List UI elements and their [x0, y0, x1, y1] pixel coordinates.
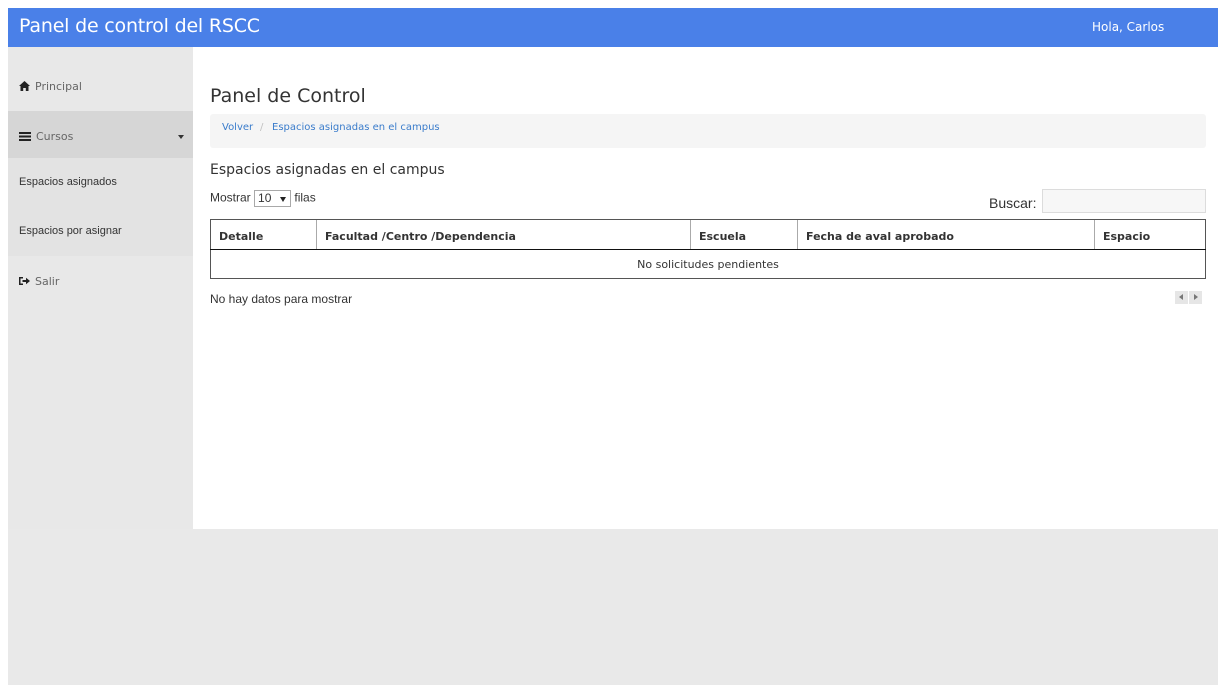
app-frame: Panel de control del RSCC Hola, Carlos P… [8, 8, 1218, 685]
page-length-select[interactable]: 10 [254, 190, 292, 207]
sidebar-subitem-espacios-por-asignar[interactable]: Espacios por asignar [8, 207, 193, 256]
previous-page-button[interactable] [1175, 291, 1188, 304]
table-empty-message: No solicitudes pendientes [210, 249, 1206, 279]
column-header-espacio[interactable]: Espacio [1094, 219, 1206, 250]
sidebar-subitem-espacios-asignados[interactable]: Espacios asignados [8, 158, 193, 207]
column-header-escuela[interactable]: Escuela [690, 219, 798, 250]
top-navbar: Panel de control del RSCC Hola, Carlos [8, 8, 1218, 47]
table-row: No solicitudes pendientes [210, 249, 1206, 279]
next-page-button[interactable] [1189, 291, 1202, 304]
arrow-left-icon [1179, 294, 1183, 300]
section-title: Espacios asignadas en el campus [210, 162, 445, 178]
breadcrumb: Volver / Espacios asignadas en el campus [210, 114, 1206, 148]
sidebar: Principal Cursos Espacios asignados Espa… [8, 47, 193, 529]
breadcrumb-separator: / [260, 122, 264, 133]
dropdown-arrow-icon [280, 197, 287, 202]
column-header-fecha[interactable]: Fecha de aval aprobado [797, 219, 1095, 250]
arrow-right-icon [1194, 294, 1198, 300]
list-icon [19, 131, 31, 144]
column-header-detalle[interactable]: Detalle [210, 219, 317, 250]
user-greeting[interactable]: Hola, Carlos [1092, 20, 1164, 34]
data-table: Detalle Facultad /Centro /Dependencia Es… [210, 219, 1206, 279]
page-title: Panel de Control [210, 85, 366, 107]
app-title[interactable]: Panel de control del RSCC [19, 15, 260, 37]
home-icon [19, 80, 30, 94]
column-header-facultad[interactable]: Facultad /Centro /Dependencia [316, 219, 691, 250]
sidebar-item-cursos-label: Cursos [19, 130, 73, 144]
sidebar-item-label: Salir [35, 275, 60, 288]
sign-out-icon [19, 276, 30, 289]
breadcrumb-current-link[interactable]: Espacios asignadas en el campus [272, 122, 440, 133]
search-label: Buscar: [989, 195, 1037, 211]
sidebar-item-label: Principal [35, 80, 82, 93]
sidebar-item-principal[interactable]: Principal [19, 80, 189, 94]
pagination [1174, 291, 1202, 309]
sidebar-item-cursos[interactable]: Cursos [8, 111, 193, 158]
page-length-prefix: Mostrar [210, 190, 251, 205]
main-content: Panel de Control Volver / Espacios asign… [193, 47, 1218, 529]
page-length-control: Mostrar 10 filas [210, 190, 316, 207]
search-input[interactable] [1042, 189, 1206, 213]
table-header-row: Detalle Facultad /Centro /Dependencia Es… [210, 219, 1206, 250]
page-length-suffix: filas [294, 190, 316, 205]
sidebar-item-salir[interactable]: Salir [19, 275, 189, 289]
breadcrumb-back-link[interactable]: Volver [222, 122, 253, 133]
table-info: No hay datos para mostrar [210, 292, 353, 306]
chevron-down-icon [178, 135, 184, 139]
